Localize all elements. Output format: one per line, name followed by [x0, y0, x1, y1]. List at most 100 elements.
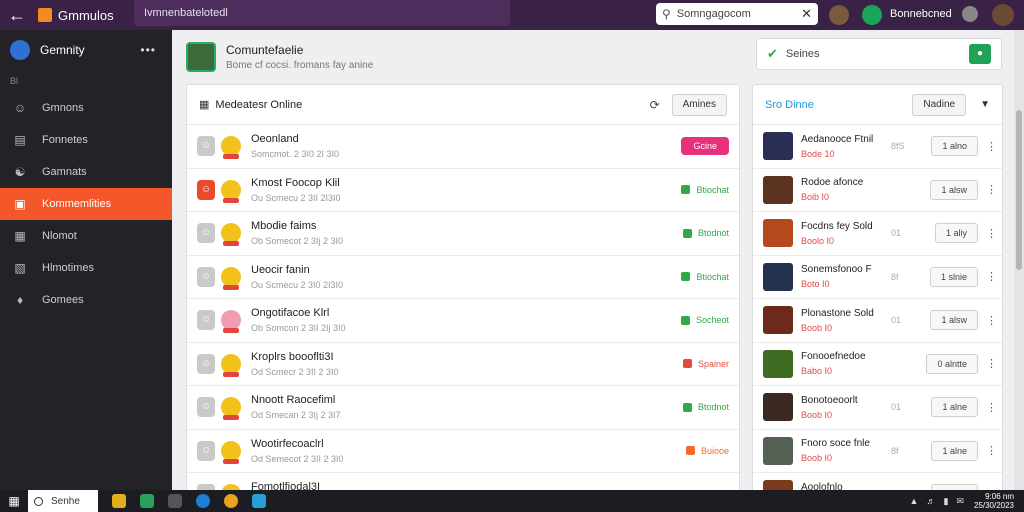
sidebar-item-hlmotimes[interactable]: ▧ Hlmotimes	[0, 252, 172, 284]
friend-action-button[interactable]: Gcine	[681, 137, 729, 156]
friends-list: ☺ Oeonland Somcmot. 2 3I0 2I 3I0 Gcine ☺ Kmos…	[187, 125, 739, 503]
friend-row[interactable]: ☺ Kmost Foocop Klil Ou Scmecu 2 3II 2I3I0 B…	[187, 169, 739, 212]
game-name: Fonooefnedoe	[801, 351, 866, 363]
friend-status: Btiochat	[681, 272, 729, 282]
game-action-button[interactable]: 1 alne	[931, 397, 978, 418]
friend-row[interactable]: ☺ Ongotifacoe Klrl Ob Somcon 2 3II 2Ij 3I0…	[187, 299, 739, 343]
more-vertical-icon[interactable]: ⋮	[986, 444, 997, 457]
game-row[interactable]: Fonooefnedoe Babo I0 0 alntte ⋮	[753, 343, 1002, 386]
avatar	[221, 397, 241, 421]
chevron-down-icon[interactable]: ▼	[980, 99, 990, 110]
game-row[interactable]: Focdns fey Sold Boolo I0 01 1 aliy ⋮	[753, 212, 1002, 256]
game-action-button[interactable]: 1 alsw	[930, 179, 978, 200]
back-arrow-icon[interactable]: ←	[0, 0, 34, 30]
friends-panel-button[interactable]: Amines	[671, 93, 727, 116]
scrollbar-thumb[interactable]	[1016, 110, 1022, 270]
user-avatar-small[interactable]	[962, 6, 978, 22]
friend-row[interactable]: ☺ Kroplrs boooflti3I Od Scmecr 2 3II 2 3I0…	[187, 343, 739, 386]
more-vertical-icon[interactable]: ⋮	[986, 270, 997, 283]
community-header: Comuntefaelie Bome cf cocsi. fromans fay…	[186, 36, 746, 78]
game-meta-label: Boib I0	[801, 192, 830, 203]
friend-row[interactable]: ☺ Ueocir fanin Ou Scmecu 2 3I0 2I3I0 Btioch…	[187, 256, 739, 299]
game-action-button[interactable]: 1 alno	[931, 136, 978, 157]
more-vertical-icon[interactable]: ⋮	[986, 314, 997, 327]
sidebar-item-gomees[interactable]: ♦ Gomees	[0, 284, 172, 316]
app-icon[interactable]	[252, 494, 266, 508]
friends-panel: ▦ Medeatesr Online ⟳ Amines ☺ Oeonland Som…	[186, 84, 740, 504]
more-vertical-icon[interactable]: ⋮	[986, 183, 997, 196]
game-sub: 8f	[891, 445, 899, 456]
community-thumbnail	[186, 42, 216, 72]
app-logo-icon	[38, 8, 52, 22]
user-name[interactable]: Bonnebcned	[890, 8, 952, 20]
sidebar-item-gmnons[interactable]: ☺ Gmnons	[0, 92, 172, 124]
game-row[interactable]: Fnoro soce fnle Boob I0 8f 1 alne ⋮	[753, 430, 1002, 473]
game-action-button[interactable]: 0 alntte	[926, 353, 978, 374]
volume-icon[interactable]: ♬	[926, 496, 935, 506]
game-row[interactable]: Sonemsfonoo F Boto I0 8f 1 slnie ⋮	[753, 256, 1002, 299]
system-tray: ▲ ♬ ▮ ✉ 9:06 nm 25/30/2023	[902, 492, 1024, 510]
sidebar-item-kommemlities[interactable]: ▣ Kommemlities	[0, 188, 172, 220]
status-dot-icon	[682, 228, 692, 238]
sidebar-item-fonnetes[interactable]: ▤ Fonnetes	[0, 124, 172, 156]
clear-search-icon[interactable]: ✕	[801, 6, 812, 22]
more-vertical-icon[interactable]: ⋮	[986, 227, 997, 240]
notification-avatar[interactable]	[862, 5, 882, 25]
friend-status: Btodnot	[682, 228, 729, 238]
game-thumbnail	[763, 436, 793, 465]
friend-row[interactable]: ☺ Nnoott Raocefiml Od Smecan 2 3Ij 2 3I7 Bt…	[187, 386, 739, 430]
status-box[interactable]: ✔ Seines ●	[756, 38, 1002, 70]
game-row[interactable]: Rodoe afonce Boib I0 1 alsw ⋮	[753, 169, 1002, 212]
refresh-icon[interactable]: ⟳	[650, 98, 660, 112]
search-input[interactable]	[676, 8, 787, 20]
game-action-button[interactable]: 1 slnie	[929, 266, 978, 287]
game-row[interactable]: Bonotoeoorlt Boob I0 01 1 alne ⋮	[753, 386, 1002, 430]
status-action-button[interactable]: ●	[969, 44, 991, 64]
game-meta-label: Boolo I0	[801, 235, 835, 246]
friend-row[interactable]: ☺ Wootirfecoaclrl Od Semecot 2 3II 2 3I0 Bu…	[187, 430, 739, 473]
taskbar-search[interactable]: Senhe	[28, 490, 98, 512]
page-scrollbar[interactable]	[1014, 30, 1024, 490]
game-row[interactable]: Plonastone Sold Boob I0 01 1 alsw ⋮	[753, 299, 1002, 343]
store-icon[interactable]	[140, 494, 154, 508]
clock[interactable]: 9:06 nm 25/30/2023	[974, 492, 1014, 510]
game-sub: 8f	[891, 271, 899, 282]
more-vertical-icon[interactable]: ⋮	[986, 401, 997, 414]
network-icon[interactable]: ▲	[910, 496, 919, 506]
friend-name: Ueocir fanin	[251, 263, 310, 276]
game-row[interactable]: Aedanooce Ftnil Bode 10 8fS 1 alno ⋮	[753, 125, 1002, 169]
game-action-button[interactable]: 1 alne	[931, 440, 978, 461]
windows-start-icon[interactable]: ▦	[0, 494, 28, 508]
sidebar-item-nlomot[interactable]: ▦ Nlomot	[0, 220, 172, 252]
games-panel-button[interactable]: Nadine	[912, 93, 967, 116]
file-explorer-icon[interactable]	[112, 494, 126, 508]
search-box[interactable]: ⚲ ✕	[656, 3, 818, 25]
game-name: Bonotoeoorlt	[801, 394, 858, 406]
sidebar-section-label: Bl	[10, 76, 19, 86]
game-action-button[interactable]: 1 alsw	[930, 310, 978, 331]
taskbar: ▦ Senhe ▲ ♬ ▮ ✉ 9:06 nm 25/30/2023	[0, 490, 1024, 512]
friends-panel-header: ▦ Medeatesr Online ⟳ Amines	[187, 85, 739, 125]
friend-name: Oeonland	[251, 133, 299, 146]
avatar	[221, 179, 241, 203]
task-view-icon[interactable]	[168, 494, 182, 508]
friend-badge-icon: ☺	[197, 310, 215, 331]
more-options-icon[interactable]: •••	[140, 43, 156, 57]
more-vertical-icon[interactable]: ⋮	[986, 357, 997, 370]
friend-status-label: Btodnot	[697, 402, 729, 413]
edge-browser-icon[interactable]	[196, 494, 210, 508]
profile-avatar[interactable]	[829, 5, 849, 25]
battery-icon[interactable]: ▮	[943, 496, 948, 507]
sidebar-item-gamnats[interactable]: ☯ Gamnats	[0, 156, 172, 188]
sidebar-item-label: Gmnons	[42, 102, 84, 114]
notification-icon[interactable]: ✉	[956, 496, 964, 507]
chrome-browser-icon[interactable]	[224, 494, 238, 508]
friend-row[interactable]: ☺ Oeonland Somcmot. 2 3I0 2I 3I0 Gcine	[187, 125, 739, 169]
game-action-button[interactable]: 1 aliy	[934, 223, 978, 244]
address-bar[interactable]: Ivmnenbatelotedl	[134, 0, 510, 26]
account-avatar[interactable]	[992, 4, 1014, 26]
friend-row[interactable]: ☺ Mbodie faims Ob Somecot 2 3Ij 2 3I0 Btodn…	[187, 212, 739, 256]
friend-name: Wootirfecoaclrl	[251, 437, 324, 450]
app-title: Gmmulos	[58, 7, 114, 23]
more-vertical-icon[interactable]: ⋮	[986, 140, 997, 153]
